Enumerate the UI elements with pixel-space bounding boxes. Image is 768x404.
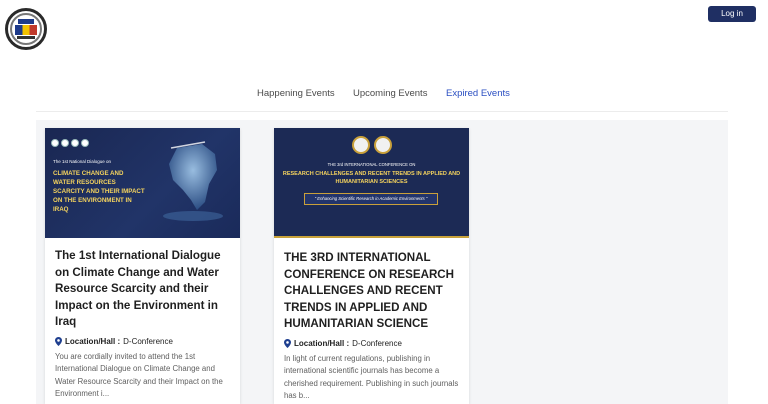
card-body: The 1st International Dialogue on Climat…: [45, 238, 240, 401]
event-banner: The 1st National Dialogue on Climate Cha…: [45, 128, 240, 238]
location-pin-icon: [55, 336, 62, 346]
tab-upcoming-events[interactable]: Upcoming Events: [353, 88, 427, 99]
location-value: D-Conference: [123, 336, 173, 346]
banner-logos: [51, 134, 91, 152]
logo-top: [18, 19, 34, 24]
banner-tagline: " Enhancing Scientific Research in Acade…: [304, 193, 438, 205]
university-seal-icon: [352, 136, 370, 154]
banner-subtitle: The 1st National Dialogue on: [53, 159, 112, 164]
location-label: Location/Hall :: [65, 336, 121, 346]
location-value: D-Conference: [352, 338, 402, 348]
event-location: Location/Hall : D-Conference: [55, 336, 230, 346]
event-title[interactable]: THE 3RD INTERNATIONAL CONFERENCE ON RESE…: [284, 250, 459, 333]
university-logo[interactable]: [5, 8, 47, 50]
tab-happening-events[interactable]: Happening Events: [257, 88, 335, 99]
top-bar: Log in: [0, 0, 768, 70]
event-card[interactable]: The 1st National Dialogue on Climate Cha…: [45, 128, 240, 404]
banner-logos: [350, 136, 394, 159]
tab-expired-events[interactable]: Expired Events: [446, 88, 510, 99]
banner-title: Climate Change and Water Resources Scarc…: [53, 170, 145, 213]
partner-logo-icon: [71, 139, 79, 147]
event-card[interactable]: THE 3rd INTERNATIONAL CONFERENCE ON RESE…: [274, 128, 469, 404]
tabs-divider: [36, 111, 728, 112]
event-tabs: Happening Events Upcoming Events Expired…: [0, 88, 768, 106]
card-body: THE 3RD INTERNATIONAL CONFERENCE ON RESE…: [274, 238, 469, 403]
location-pin-icon: [284, 338, 291, 348]
event-location: Location/Hall : D-Conference: [284, 338, 459, 348]
partner-logo-icon: [51, 139, 59, 147]
logo-band: [15, 25, 37, 35]
banner-title: RESEARCH CHALLENGES AND RECENT TRENDS IN…: [282, 171, 461, 185]
banner-subtitle: THE 3rd INTERNATIONAL CONFERENCE ON: [327, 162, 416, 167]
login-button[interactable]: Log in: [708, 6, 756, 22]
iraq-water-map-icon: [163, 141, 223, 221]
event-description: In light of current regulations, publish…: [284, 353, 459, 401]
partner-logo-icon: [61, 139, 69, 147]
logo-bottom: [17, 36, 35, 39]
event-title[interactable]: The 1st International Dialogue on Climat…: [55, 248, 230, 331]
event-description: You are cordially invited to attend the …: [55, 351, 223, 399]
college-seal-icon: [374, 136, 392, 154]
location-label: Location/Hall :: [294, 338, 350, 348]
event-banner: THE 3rd INTERNATIONAL CONFERENCE ON RESE…: [274, 128, 469, 238]
partner-logo-icon: [81, 139, 89, 147]
